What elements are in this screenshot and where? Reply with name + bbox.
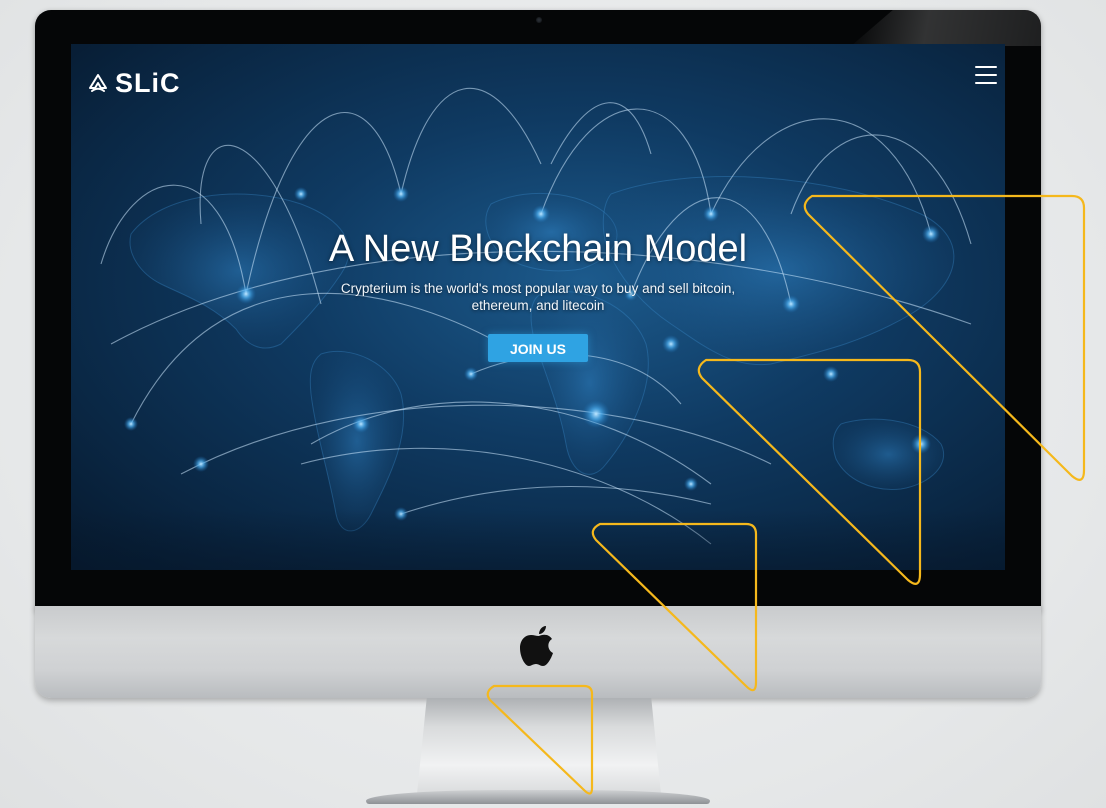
screen-vignette xyxy=(71,510,1005,570)
slic-logo-icon xyxy=(89,73,107,92)
apple-logo-icon xyxy=(520,626,553,666)
bezel-reflection xyxy=(851,10,1041,46)
menu-bar xyxy=(975,74,997,76)
website-screen: SLiC A New Blockchain Model Crypterium i… xyxy=(71,44,1005,570)
menu-bar xyxy=(975,66,997,68)
hamburger-menu-icon[interactable] xyxy=(975,66,997,84)
monitor-stand xyxy=(417,698,661,794)
site-logo[interactable]: SLiC xyxy=(87,68,181,99)
hero-section: A New Blockchain Model Crypterium is the… xyxy=(221,224,855,362)
hero-title: A New Blockchain Model xyxy=(328,228,748,270)
menu-bar xyxy=(975,82,997,84)
logo-text: SLiC xyxy=(115,68,181,98)
camera-icon xyxy=(536,17,542,23)
join-us-button[interactable]: JOIN US xyxy=(488,334,588,362)
hero-subtitle: Crypterium is the world's most popular w… xyxy=(340,281,736,313)
mockup-stage: SLiC A New Blockchain Model Crypterium i… xyxy=(0,0,1106,808)
monitor-stand-base xyxy=(366,790,710,804)
